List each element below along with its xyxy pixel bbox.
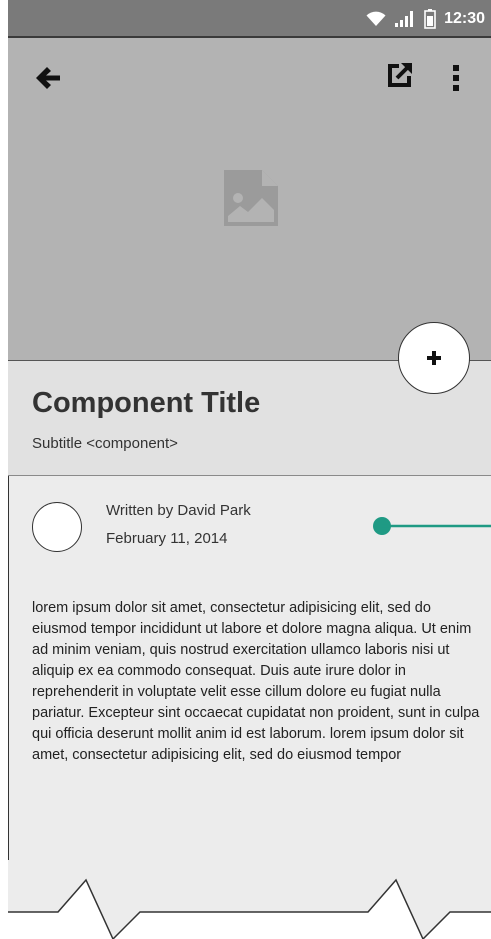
more-vert-icon [453,65,459,91]
avatar [32,502,82,552]
left-edge-line [8,476,9,860]
header-image [8,38,491,360]
annotation-callout [373,517,491,535]
status-icons: 12:30 [366,9,485,29]
share-icon [388,63,412,87]
author-name: Written by David Park [106,502,251,519]
publish-date: February 11, 2014 [106,530,228,547]
status-bar: 12:30 [8,0,491,38]
add-fab-button[interactable] [398,322,470,394]
back-arrow-icon [36,67,60,89]
plus-icon [427,351,441,365]
back-button[interactable] [32,62,64,94]
torn-edge-divider [8,878,491,939]
wifi-icon [366,11,386,26]
component-subtitle: Subtitle <component> [32,435,178,452]
component-title: Component Title [32,387,261,419]
phone-screen: 12:30 Component Title Subtitle <componen… [8,0,491,939]
more-options-button[interactable] [449,62,463,94]
signal-icon [395,11,414,27]
image-placeholder-icon [224,170,278,226]
share-button[interactable] [385,60,415,90]
battery-icon [424,9,436,29]
status-time: 12:30 [444,10,485,27]
article-body: lorem ipsum dolor sit amet, consectetur … [32,600,480,763]
